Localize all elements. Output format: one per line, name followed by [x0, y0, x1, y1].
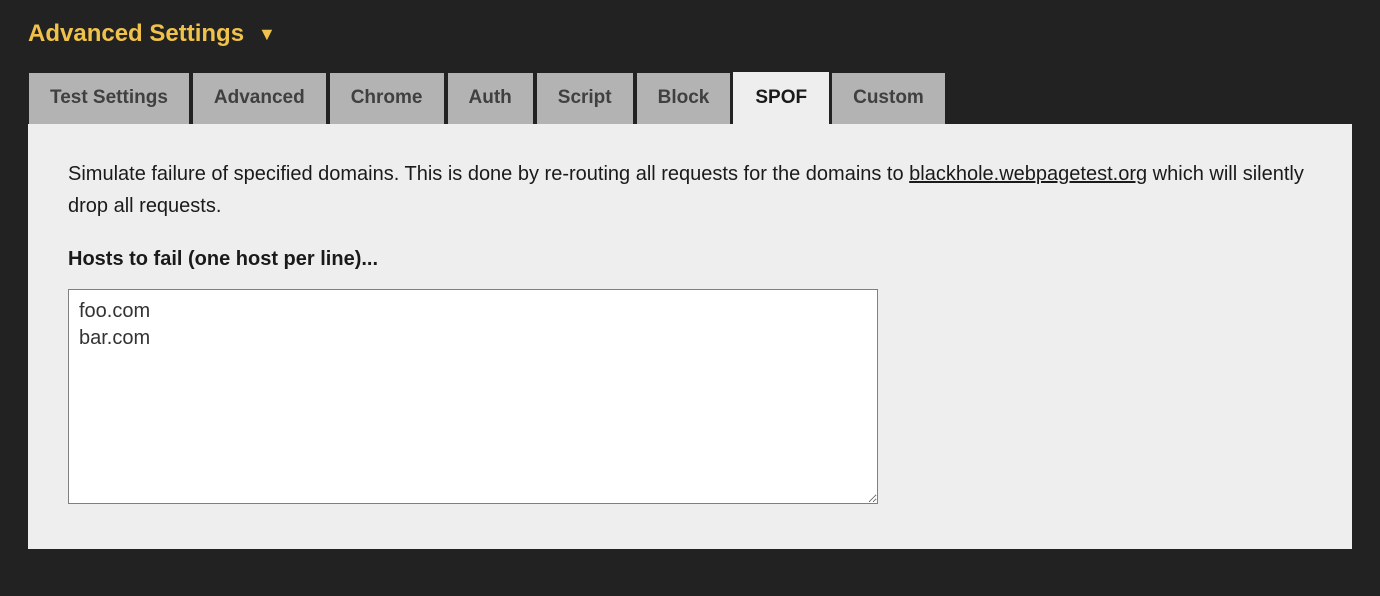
- tab-advanced[interactable]: Advanced: [192, 72, 327, 124]
- tab-script[interactable]: Script: [536, 72, 634, 124]
- blackhole-link[interactable]: blackhole.webpagetest.org: [909, 163, 1147, 185]
- spof-desc-text1: Simulate failure of specified domains. T…: [68, 163, 909, 185]
- tab-auth[interactable]: Auth: [447, 72, 534, 124]
- header-title: Advanced Settings: [28, 20, 244, 48]
- hosts-field-label: Hosts to fail (one host per line)...: [68, 248, 1312, 271]
- tab-spof[interactable]: SPOF: [733, 72, 829, 124]
- tab-test-settings[interactable]: Test Settings: [28, 72, 190, 124]
- tabs-bar: Test Settings Advanced Chrome Auth Scrip…: [28, 72, 1352, 124]
- hosts-input[interactable]: [68, 289, 878, 504]
- tab-block[interactable]: Block: [636, 72, 732, 124]
- advanced-settings-toggle[interactable]: Advanced Settings ▼: [28, 20, 1352, 48]
- spof-description: Simulate failure of specified domains. T…: [68, 158, 1312, 222]
- tab-custom[interactable]: Custom: [831, 72, 946, 124]
- chevron-down-icon: ▼: [258, 24, 276, 45]
- tab-chrome[interactable]: Chrome: [329, 72, 445, 124]
- spof-panel: Simulate failure of specified domains. T…: [28, 124, 1352, 549]
